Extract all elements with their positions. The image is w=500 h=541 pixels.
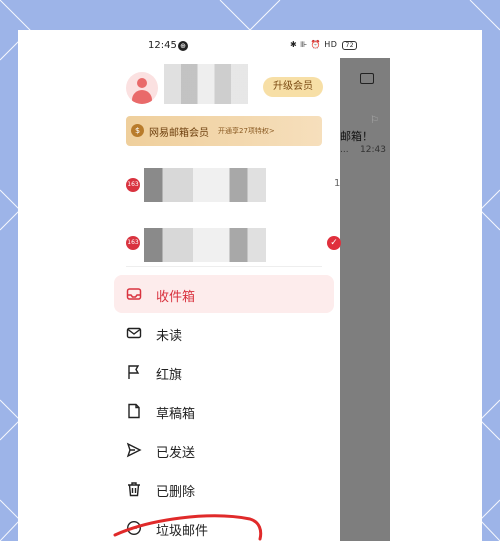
flag-icon xyxy=(128,365,140,379)
menu-item-flagged[interactable]: 红旗 xyxy=(114,353,334,391)
account-unread-count: 1 xyxy=(334,178,341,189)
menu-label: 未读 xyxy=(156,329,183,344)
menu-item-drafts[interactable]: 草稿箱 xyxy=(114,392,334,430)
account-163-icon: 163 xyxy=(126,178,140,192)
phone-screen: 12:45 ⊕ ✱ ⊪ ⏰ HD 72 ⚐ 邮箱！ ... 12:43 升级会员… xyxy=(18,30,482,541)
account-item[interactable]: 163 1 xyxy=(126,168,340,204)
menu-label: 红旗 xyxy=(156,368,183,383)
send-icon xyxy=(126,442,142,458)
status-time: 12:45 xyxy=(148,40,177,51)
status-icons: ✱ ⊪ ⏰ HD 72 xyxy=(290,40,358,50)
upgrade-membership-button[interactable]: 升级会员 xyxy=(263,77,323,97)
menu-label: 已删除 xyxy=(156,485,196,500)
status-bar: 12:45 ⊕ ✱ ⊪ ⏰ HD 72 xyxy=(18,38,482,56)
menu-label: 收件箱 xyxy=(156,290,196,305)
chat-icon[interactable] xyxy=(360,73,374,84)
check-icon: ✓ xyxy=(327,236,341,250)
menu-item-unread[interactable]: 未读 xyxy=(114,314,334,352)
account-item-selected[interactable]: 163 ✓ xyxy=(126,226,341,262)
notification-icon: ⊕ xyxy=(178,41,188,51)
vip-icon: $ xyxy=(131,124,144,137)
vip-title: 网易邮箱会员 xyxy=(149,128,209,139)
navigation-drawer: 升级会员 $ 网易邮箱会员 开通享27项特权> 163 1 163 ✓ 收件箱 xyxy=(106,58,341,541)
user-name-redacted xyxy=(164,64,248,104)
vip-banner[interactable]: $ 网易邮箱会员 开通享27项特权> xyxy=(126,116,322,146)
trash-icon xyxy=(128,482,140,497)
flag-icon: ⚐ xyxy=(370,115,379,126)
avatar[interactable] xyxy=(126,72,158,104)
vip-subtitle: 开通享27项特权> xyxy=(218,127,275,135)
inbox-list-behind[interactable]: ⚐ 邮箱！ ... 12:43 xyxy=(340,58,390,541)
account-163-icon: 163 xyxy=(126,236,140,250)
email-time: 12:43 xyxy=(360,145,386,155)
menu-label: 草稿箱 xyxy=(156,407,196,422)
account-name-redacted xyxy=(144,168,266,202)
divider xyxy=(126,266,322,267)
menu-item-inbox[interactable]: 收件箱 xyxy=(114,275,334,313)
battery-icon: 72 xyxy=(342,41,358,50)
red-annotation-mark xyxy=(113,514,263,541)
account-name-redacted xyxy=(144,228,266,262)
avatar-head xyxy=(137,78,147,88)
menu-label: 已发送 xyxy=(156,446,196,461)
email-subject: 邮箱！ xyxy=(340,130,373,143)
draft-icon xyxy=(128,403,140,419)
avatar-body xyxy=(132,90,152,104)
menu-item-sent[interactable]: 已发送 xyxy=(114,431,334,469)
status-icons-text: ✱ ⊪ ⏰ HD xyxy=(290,40,338,49)
inbox-icon xyxy=(126,288,142,300)
menu-item-deleted[interactable]: 已删除 xyxy=(114,470,334,508)
email-preview: ... xyxy=(340,145,349,155)
mail-icon xyxy=(126,327,142,339)
